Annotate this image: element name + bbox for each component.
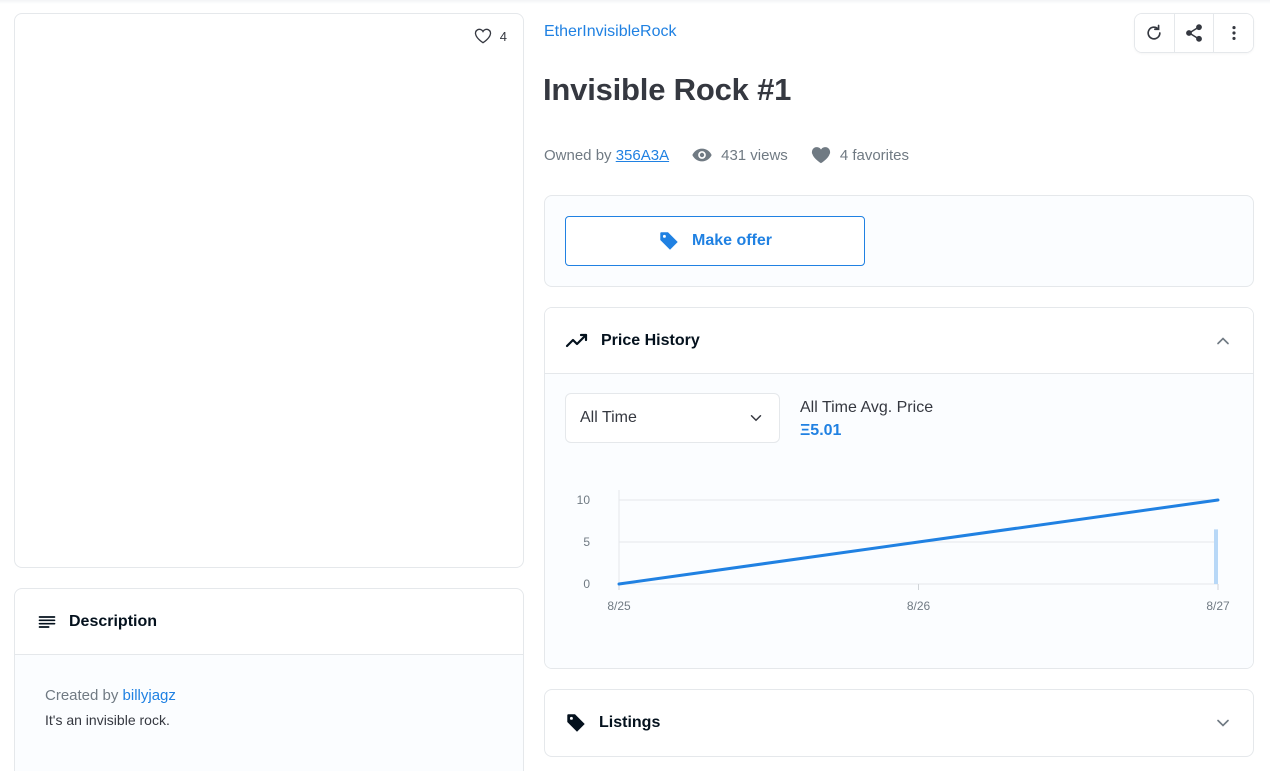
price-chart[interactable]: 0 5 10 8/25 8/26 8/27 xyxy=(545,374,1253,669)
description-header[interactable]: Description xyxy=(15,589,523,655)
collection-link[interactable]: EtherInvisibleRock xyxy=(544,23,677,41)
y-tick-label: 0 xyxy=(583,577,590,591)
asset-image-panel[interactable]: 4 xyxy=(14,13,524,568)
tag-icon xyxy=(567,714,585,732)
description-panel: Description Created by billyjagz It's an… xyxy=(14,588,524,771)
asset-actions xyxy=(1134,13,1254,53)
x-tick-label: 8/27 xyxy=(1206,599,1230,613)
created-by-label: Created by xyxy=(45,687,119,704)
y-tick-label: 10 xyxy=(577,493,591,507)
top-shadow xyxy=(0,0,1270,4)
refresh-icon xyxy=(1147,24,1161,40)
favorite-button[interactable]: 4 xyxy=(473,26,507,46)
created-by: Created by billyjagz xyxy=(45,687,493,704)
favorite-count: 4 xyxy=(499,28,507,44)
tag-icon xyxy=(660,232,678,250)
owned-by-label: Owned by xyxy=(544,146,612,164)
price-history-panel: Price History All Time All Time Avg. Pri… xyxy=(544,307,1254,669)
notes-icon xyxy=(38,615,56,628)
price-history-title: Price History xyxy=(601,331,700,349)
chevron-up-icon xyxy=(1217,336,1229,344)
description-text: It's an invisible rock. xyxy=(45,712,170,728)
description-body: Created by billyjagz It's an invisible r… xyxy=(15,655,523,771)
more-vertical-icon xyxy=(1232,26,1236,40)
y-tick-label: 5 xyxy=(583,535,590,549)
views-label: 431 views xyxy=(721,146,788,164)
share-button[interactable] xyxy=(1174,14,1215,52)
make-offer-button[interactable]: Make offer xyxy=(565,216,865,266)
chevron-down-icon xyxy=(1217,719,1229,727)
refresh-button[interactable] xyxy=(1135,14,1175,52)
heart-filled-icon xyxy=(811,147,830,164)
heart-outline-icon xyxy=(474,28,491,44)
price-history-body: All Time All Time Avg. Price Ξ5.01 0 5 10 8… xyxy=(545,374,1253,669)
offer-panel: Make offer xyxy=(544,195,1254,287)
owner-info: Owned by 356A3A xyxy=(544,147,669,164)
make-offer-label: Make offer xyxy=(691,232,773,249)
x-tick-label: 8/25 xyxy=(607,599,631,613)
share-icon xyxy=(1186,24,1202,42)
creator-link[interactable]: billyjagz xyxy=(123,687,176,704)
favorites-label: 4 favorites xyxy=(839,146,910,164)
description-title: Description xyxy=(69,612,158,630)
trending-icon xyxy=(565,333,588,347)
asset-meta: Owned by 356A3A 431 views 4 favorites xyxy=(544,144,909,166)
volume-bar xyxy=(1214,529,1218,584)
x-tick-label: 8/26 xyxy=(907,599,931,613)
owner-link[interactable]: 356A3A xyxy=(616,147,669,164)
views-count: 431 views xyxy=(691,144,788,166)
eye-icon xyxy=(692,148,712,162)
more-button[interactable] xyxy=(1214,14,1253,52)
asset-title: Invisible Rock #1 xyxy=(543,72,792,107)
favorites-count: 4 favorites xyxy=(810,144,909,166)
price-history-header[interactable]: Price History xyxy=(545,308,1253,374)
listings-panel[interactable]: Listings xyxy=(544,689,1254,757)
listings-title: Listings xyxy=(599,714,661,731)
